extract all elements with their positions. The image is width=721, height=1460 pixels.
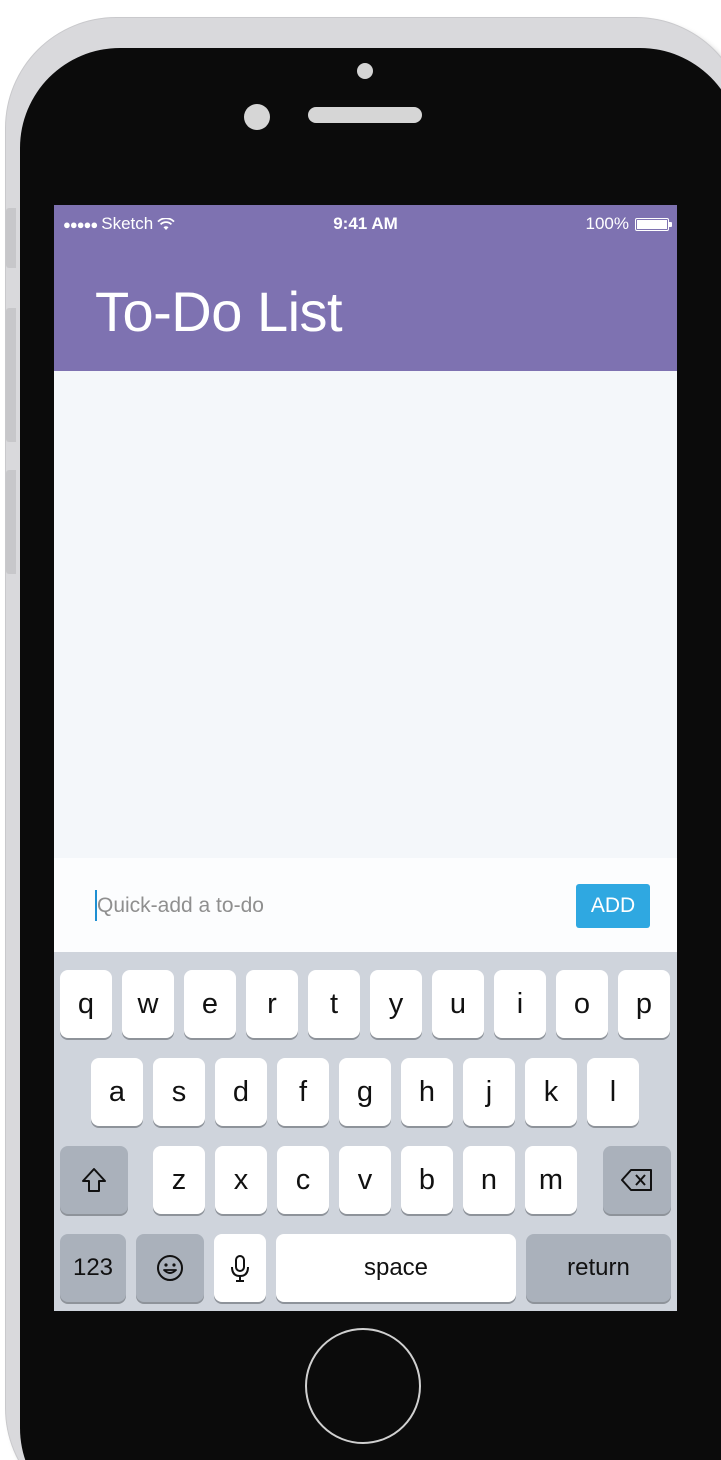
volume-down-button (6, 470, 16, 574)
key-o[interactable]: o (556, 970, 608, 1038)
delete-key[interactable] (603, 1146, 671, 1214)
key-z[interactable]: z (153, 1146, 205, 1214)
shift-icon (82, 1168, 106, 1192)
key-w[interactable]: w (122, 970, 174, 1038)
key-r[interactable]: r (246, 970, 298, 1038)
microphone-icon (231, 1255, 249, 1282)
earpiece-speaker (308, 107, 422, 123)
key-x[interactable]: x (215, 1146, 267, 1214)
quick-add-input[interactable] (97, 886, 567, 926)
key-l[interactable]: l (587, 1058, 639, 1126)
key-s[interactable]: s (153, 1058, 205, 1126)
key-q[interactable]: q (60, 970, 112, 1038)
camera-dot (357, 63, 373, 79)
key-n[interactable]: n (463, 1146, 515, 1214)
keyboard: q w e r t y u i o p a s d f g h j k l z … (54, 952, 677, 1311)
key-d[interactable]: d (215, 1058, 267, 1126)
space-key[interactable]: space (276, 1234, 516, 1302)
todo-list (54, 371, 677, 858)
key-m[interactable]: m (525, 1146, 577, 1214)
home-button[interactable] (305, 1328, 421, 1444)
backspace-icon (621, 1169, 652, 1191)
shift-key[interactable] (60, 1146, 128, 1214)
key-c[interactable]: c (277, 1146, 329, 1214)
key-k[interactable]: k (525, 1058, 577, 1126)
status-time: 9:41 AM (333, 214, 398, 233)
return-key[interactable]: return (526, 1234, 671, 1302)
key-g[interactable]: g (339, 1058, 391, 1126)
key-e[interactable]: e (184, 970, 236, 1038)
key-i[interactable]: i (494, 970, 546, 1038)
key-t[interactable]: t (308, 970, 360, 1038)
key-u[interactable]: u (432, 970, 484, 1038)
key-a[interactable]: a (91, 1058, 143, 1126)
numbers-key[interactable]: 123 (60, 1234, 126, 1302)
app-header: ●●●●● Sketch 9:41 AM 100% To-Do List (54, 205, 677, 371)
key-y[interactable]: y (370, 970, 422, 1038)
emoji-key[interactable] (136, 1234, 204, 1302)
key-v[interactable]: v (339, 1146, 391, 1214)
add-button[interactable]: ADD (576, 884, 650, 928)
mic-key[interactable] (214, 1234, 266, 1302)
quick-add-bar: ADD (54, 858, 677, 952)
mute-switch (6, 208, 16, 268)
battery-icon (635, 217, 672, 231)
status-bar: ●●●●● Sketch 9:41 AM 100% (54, 205, 677, 241)
emoji-icon (157, 1255, 183, 1281)
front-camera (244, 104, 270, 130)
volume-up-button (6, 308, 16, 442)
key-h[interactable]: h (401, 1058, 453, 1126)
key-b[interactable]: b (401, 1146, 453, 1214)
app-screen: ●●●●● Sketch 9:41 AM 100% To-Do List Qui… (54, 205, 677, 1311)
key-j[interactable]: j (463, 1058, 515, 1126)
status-right: 100% (585, 214, 672, 234)
key-f[interactable]: f (277, 1058, 329, 1126)
battery-percent: 100% (585, 214, 629, 233)
page-title: To-Do List (95, 280, 343, 343)
key-p[interactable]: p (618, 970, 670, 1038)
